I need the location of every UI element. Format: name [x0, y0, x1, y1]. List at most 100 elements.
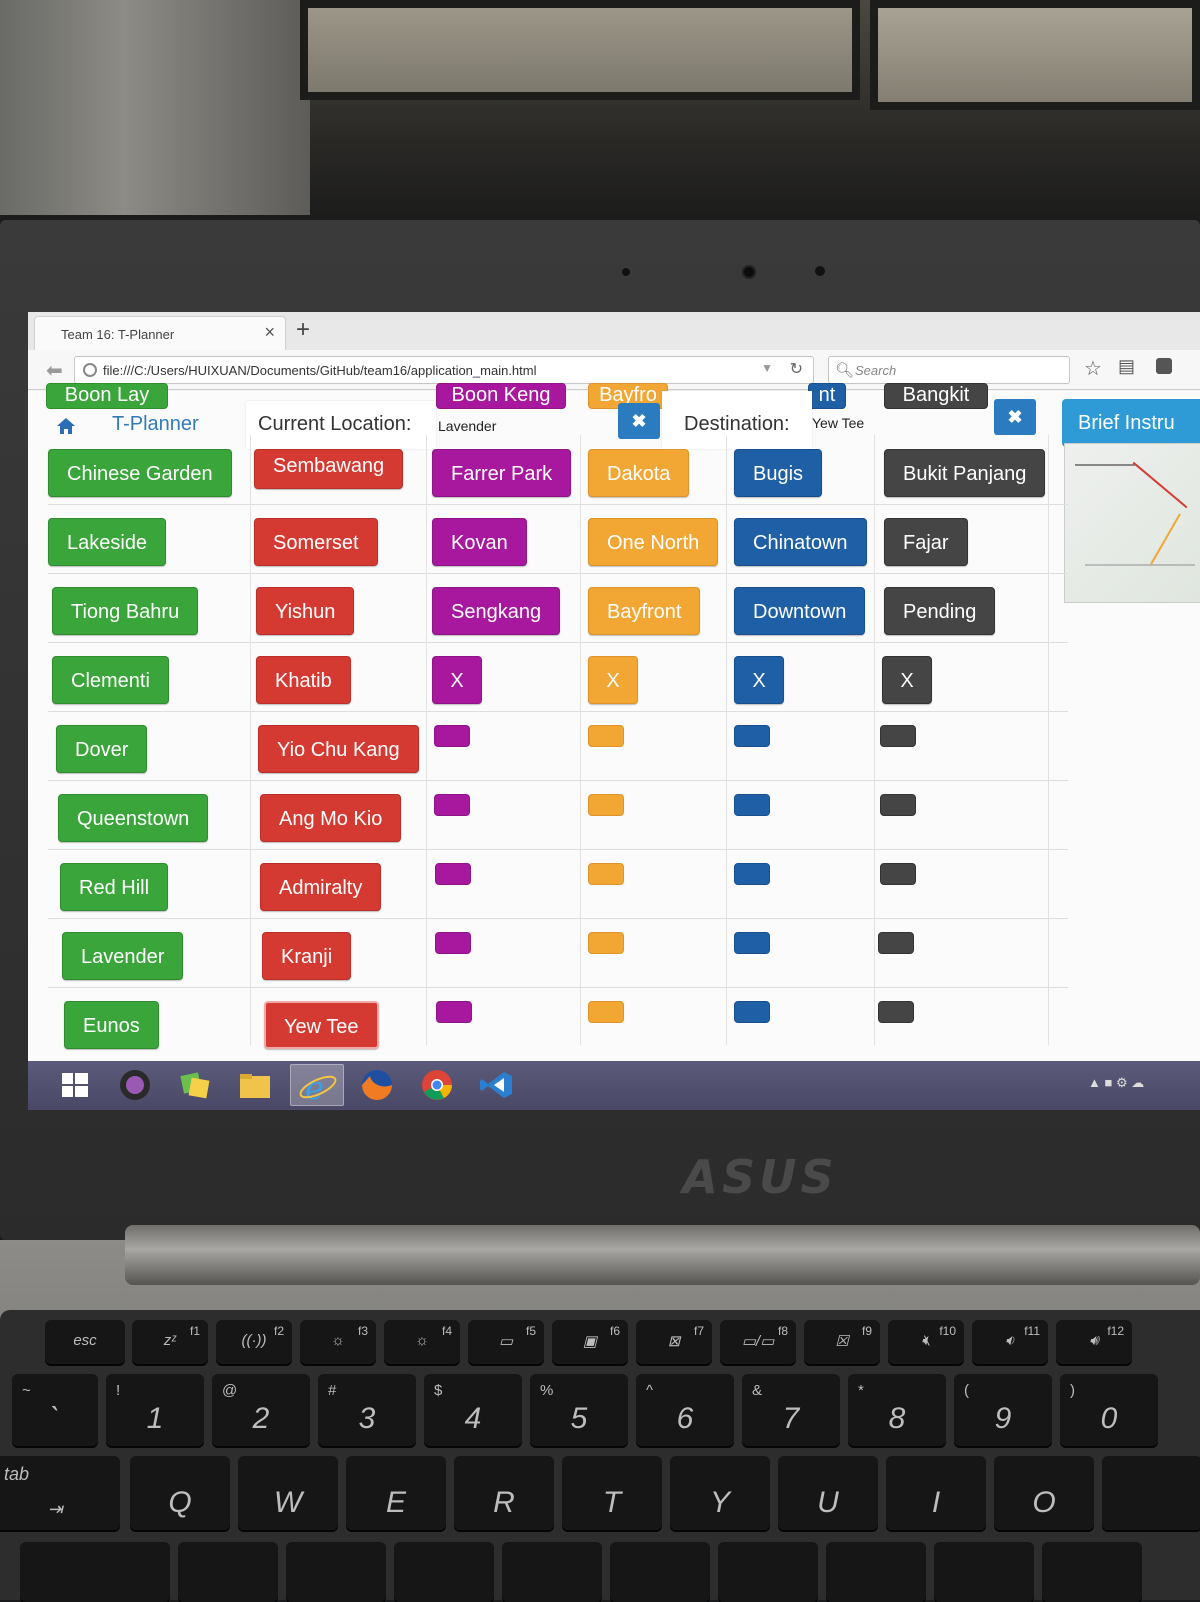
- key-l[interactable]: [1042, 1542, 1142, 1602]
- station-button-boon-lay[interactable]: Boon Lay: [46, 383, 168, 409]
- key-f11[interactable]: f11 🔉︎: [972, 1320, 1048, 1364]
- empty-slot-purple[interactable]: [435, 932, 471, 954]
- empty-slot-orange[interactable]: [588, 932, 624, 954]
- empty-slot-orange[interactable]: [588, 794, 624, 816]
- station-button-eunos[interactable]: Eunos: [64, 1001, 159, 1049]
- key-f5[interactable]: f5 ▭: [468, 1320, 544, 1364]
- empty-slot-purple[interactable]: [434, 794, 470, 816]
- key-u[interactable]: U: [778, 1456, 878, 1530]
- file-explorer-icon[interactable]: [228, 1064, 282, 1106]
- empty-slot-orange[interactable]: [588, 863, 624, 885]
- station-button-bukit-panjang[interactable]: Bukit Panjang: [884, 449, 1046, 497]
- back-arrow-icon[interactable]: ⬅: [46, 358, 63, 383]
- station-button-pending[interactable]: Pending: [884, 587, 996, 635]
- chrome-icon[interactable]: [410, 1064, 464, 1106]
- empty-slot-blue[interactable]: [734, 725, 770, 747]
- station-button-kovan[interactable]: Kovan: [432, 518, 527, 566]
- key-f3[interactable]: f3 ☼: [300, 1320, 376, 1364]
- station-button-boon-keng[interactable]: Boon Keng: [436, 383, 566, 409]
- key-9[interactable]: (9: [954, 1374, 1052, 1446]
- key-h[interactable]: [718, 1542, 818, 1602]
- close-icon[interactable]: ×: [264, 322, 275, 343]
- station-button-dakota[interactable]: Dakota: [588, 449, 690, 497]
- brief-instructions-button[interactable]: Brief Instru: [1062, 399, 1200, 447]
- key-f12[interactable]: f12 🔊︎: [1056, 1320, 1132, 1364]
- station-button-chinatown[interactable]: Chinatown: [734, 518, 867, 566]
- station-button-dover[interactable]: Dover: [56, 725, 148, 773]
- key-i[interactable]: I: [886, 1456, 986, 1530]
- key-4[interactable]: $4: [424, 1374, 522, 1446]
- station-button-kranji[interactable]: Kranji: [262, 932, 352, 980]
- key-tab[interactable]: tab ⇥: [0, 1456, 120, 1530]
- browser-tab[interactable]: Team 16: T-Planner ×: [34, 316, 286, 350]
- station-button-khatib[interactable]: Khatib: [256, 656, 351, 704]
- empty-slot-blue[interactable]: [734, 932, 770, 954]
- key-backtick[interactable]: ~ `: [12, 1374, 98, 1446]
- internet-explorer-icon[interactable]: e: [290, 1064, 344, 1107]
- firefox-icon[interactable]: [350, 1064, 404, 1106]
- station-button-bayfront[interactable]: Bayfront: [588, 587, 701, 635]
- key-6[interactable]: ^ 6: [636, 1374, 734, 1446]
- sticky-notes-icon[interactable]: [168, 1064, 222, 1106]
- station-button-sembawang[interactable]: Sembawang: [254, 449, 404, 489]
- station-button-ang-mo-kio[interactable]: Ang Mo Kio: [260, 794, 402, 842]
- clear-destination-button[interactable]: ✖: [994, 399, 1036, 435]
- station-button-queenstown[interactable]: Queenstown: [58, 794, 209, 842]
- brand-link[interactable]: T-Planner: [112, 413, 199, 436]
- key-o[interactable]: O: [994, 1456, 1094, 1530]
- empty-slot-dark[interactable]: [878, 1001, 914, 1023]
- empty-slot-purple[interactable]: [435, 863, 471, 885]
- home-icon[interactable]: [56, 417, 76, 435]
- visual-studio-code-icon[interactable]: [470, 1064, 524, 1106]
- address-bar[interactable]: file:///C:/Users/HUIXUAN/Documents/GitHu…: [74, 356, 814, 384]
- station-button-farrer-park[interactable]: Farrer Park: [432, 449, 572, 497]
- key-a[interactable]: [178, 1542, 278, 1602]
- key-5[interactable]: % 5: [530, 1374, 628, 1446]
- clear-location-button[interactable]: ✖: [618, 403, 660, 439]
- key-f2[interactable]: f2 ((·)): [216, 1320, 292, 1364]
- key-p[interactable]: [1102, 1456, 1200, 1530]
- pocket-icon[interactable]: [1156, 358, 1172, 374]
- station-button-admiralty[interactable]: Admiralty: [260, 863, 382, 911]
- mrt-map-thumbnail[interactable]: [1064, 443, 1200, 603]
- key-f4[interactable]: f4 ☼: [384, 1320, 460, 1364]
- empty-slot-blue[interactable]: [734, 863, 770, 885]
- station-button-yio-chu-kang[interactable]: Yio Chu Kang: [258, 725, 419, 773]
- empty-slot-blue[interactable]: [734, 794, 770, 816]
- empty-slot-blue[interactable]: [734, 1001, 770, 1023]
- key-7[interactable]: & 7: [742, 1374, 840, 1446]
- key-esc[interactable]: esc: [45, 1320, 125, 1364]
- key-caps[interactable]: [20, 1542, 170, 1602]
- empty-slot-dark[interactable]: [878, 932, 914, 954]
- key-f10[interactable]: f10 🔇︎: [888, 1320, 964, 1364]
- key-s[interactable]: [286, 1542, 386, 1602]
- remove-purple-button[interactable]: X: [432, 656, 482, 704]
- bookmark-star-icon[interactable]: ☆: [1084, 356, 1102, 381]
- station-button-bugis[interactable]: Bugis: [734, 449, 823, 497]
- key-2[interactable]: @2: [212, 1374, 310, 1446]
- key-f1[interactable]: f1 zᶻ: [132, 1320, 208, 1364]
- key-f9[interactable]: f9 ☒: [804, 1320, 880, 1364]
- remove-blue-button[interactable]: X: [734, 656, 784, 704]
- empty-slot-dark[interactable]: [880, 794, 916, 816]
- station-button-clipped[interactable]: nt: [808, 383, 846, 409]
- new-tab-button[interactable]: +: [296, 316, 310, 344]
- key-y[interactable]: Y: [670, 1456, 770, 1530]
- search-input[interactable]: 🔍︎ Search: [828, 356, 1070, 384]
- key-1[interactable]: ! 1: [106, 1374, 204, 1446]
- key-f6[interactable]: f6 ▣: [552, 1320, 628, 1364]
- empty-slot-purple[interactable]: [434, 725, 470, 747]
- github-icon[interactable]: [108, 1064, 162, 1106]
- station-button-sengkang[interactable]: Sengkang: [432, 587, 561, 635]
- station-button-tiong-bahru[interactable]: Tiong Bahru: [52, 587, 199, 635]
- station-button-bangkit[interactable]: Bangkit: [884, 383, 988, 409]
- key-q[interactable]: Q: [130, 1456, 230, 1530]
- station-button-red-hill[interactable]: Red Hill: [60, 863, 169, 911]
- key-d[interactable]: [394, 1542, 494, 1602]
- station-button-lavender[interactable]: Lavender: [62, 932, 184, 980]
- station-button-yew-tee[interactable]: Yew Tee: [264, 1001, 379, 1049]
- key-r[interactable]: R: [454, 1456, 554, 1530]
- key-3[interactable]: #3: [318, 1374, 416, 1446]
- system-tray[interactable]: ▲ ■ ⚙ ☁: [1088, 1075, 1144, 1091]
- key-f8[interactable]: f8 ▭/▭: [720, 1320, 796, 1364]
